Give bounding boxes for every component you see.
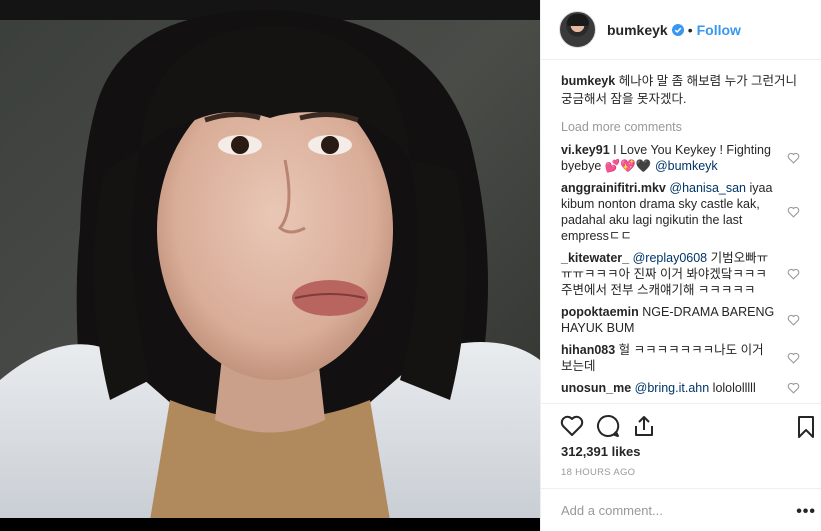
comment-mention[interactable]: @replay0608 [633, 251, 708, 265]
comment-item: vi.key91 I Love You Keykey ! Fighting by… [561, 142, 812, 174]
comment-mention[interactable]: @bumkeyk [655, 159, 718, 173]
comment-like-heart-icon[interactable] [787, 268, 800, 280]
media-bottom-bar [0, 518, 540, 531]
comment-item: hihan083 헐 ㅋㅋㅋㅋㅋㅋㅋ나도 이거 보는데 [561, 342, 812, 374]
caption: bumkeyk 헤나야 말 좀 해보렴 누가 그런거니 궁금해서 잠을 못자겠다… [561, 72, 812, 108]
comment-like-heart-icon[interactable] [787, 152, 800, 164]
post-media[interactable] [0, 0, 540, 531]
add-comment-bar: ••• [541, 488, 821, 531]
comment-username[interactable]: hihan083 [561, 343, 615, 357]
comment-username[interactable]: anggrainifitri.mkv [561, 181, 666, 195]
comment-item: anggrainifitri.mkv @hanisa_san iyaa kibu… [561, 180, 812, 244]
comment-like-heart-icon[interactable] [787, 314, 800, 326]
add-comment-input[interactable] [561, 502, 781, 518]
header-username[interactable]: bumkeyk [607, 22, 668, 38]
comment-username[interactable]: popoktaemin [561, 305, 639, 319]
comment-username[interactable]: vi.key91 [561, 143, 610, 157]
post-header: bumkeyk • Follow [541, 0, 821, 60]
post-photo[interactable] [0, 0, 540, 520]
share-icon[interactable] [631, 413, 657, 439]
load-more-comments-button[interactable]: Load more comments [561, 118, 812, 136]
comment-like-heart-icon[interactable] [787, 382, 800, 394]
post-side-panel: bumkeyk • Follow bumkeyk 헤나야 말 좀 해보렴 누가 … [540, 0, 821, 531]
more-options-button[interactable]: ••• [796, 503, 816, 521]
comment-item: _kitewater_ @replay0608 기범오빠ㅠㅠㅠㅋㅋㅋ아 진짜 이… [561, 250, 812, 298]
comment-item: unosun_me @bring.it.ahn lolololllll [561, 380, 812, 396]
heart-icon[interactable] [559, 413, 585, 439]
post-timestamp[interactable]: 18 HOURS AGO [561, 467, 635, 478]
comment-item: popoktaemin NGE-DRAMA BARENG HAYUK BUM [561, 304, 812, 336]
post-actions [541, 403, 821, 447]
verified-icon [671, 23, 684, 36]
bookmark-icon[interactable] [795, 414, 817, 440]
instagram-post: bumkeyk • Follow bumkeyk 헤나야 말 좀 해보렴 누가 … [0, 0, 821, 531]
separator-dot: • [687, 21, 693, 38]
comments-list[interactable]: bumkeyk 헤나야 말 좀 해보렴 누가 그런거니 궁금해서 잠을 못자겠다… [541, 62, 821, 402]
likes-count[interactable]: 312,391 likes [561, 444, 641, 459]
avatar[interactable] [559, 11, 596, 48]
comment-like-heart-icon[interactable] [787, 206, 800, 218]
caption-username[interactable]: bumkeyk [561, 74, 615, 88]
comment-like-heart-icon[interactable] [787, 352, 800, 364]
follow-button[interactable]: Follow [697, 22, 741, 38]
comment-text: lolololllll [709, 381, 756, 395]
comment-mention[interactable]: @bring.it.ahn [635, 381, 710, 395]
comment-icon[interactable] [595, 413, 621, 439]
comment-username[interactable]: unosun_me [561, 381, 631, 395]
comment-mention[interactable]: @hanisa_san [669, 181, 746, 195]
comment-username[interactable]: _kitewater_ [561, 251, 629, 265]
